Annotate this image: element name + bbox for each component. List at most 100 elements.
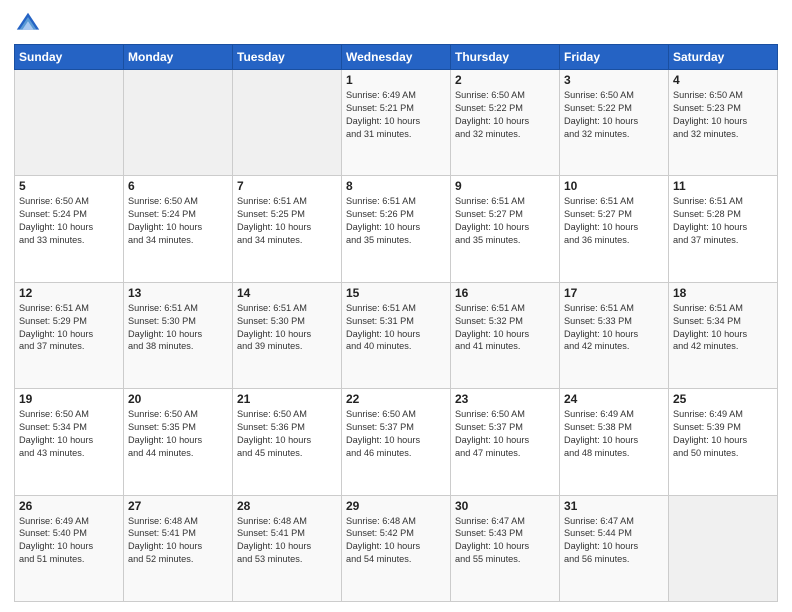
day-info: Sunrise: 6:50 AM Sunset: 5:34 PM Dayligh… <box>19 408 119 460</box>
day-number: 3 <box>564 73 664 87</box>
day-cell: 26 Sunrise: 6:49 AM Sunset: 5:40 PM Dayli… <box>15 495 124 601</box>
day-number: 6 <box>128 179 228 193</box>
day-info: Sunrise: 6:50 AM Sunset: 5:24 PM Dayligh… <box>19 195 119 247</box>
day-cell: 9 Sunrise: 6:51 AM Sunset: 5:27 PM Daylig… <box>451 176 560 282</box>
day-info: Sunrise: 6:50 AM Sunset: 5:37 PM Dayligh… <box>455 408 555 460</box>
day-cell: 13 Sunrise: 6:51 AM Sunset: 5:30 PM Dayli… <box>124 282 233 388</box>
day-cell: 17 Sunrise: 6:51 AM Sunset: 5:33 PM Dayli… <box>560 282 669 388</box>
logo <box>14 10 46 38</box>
day-header-tuesday: Tuesday <box>233 45 342 70</box>
day-cell: 29 Sunrise: 6:48 AM Sunset: 5:42 PM Dayli… <box>342 495 451 601</box>
day-cell: 20 Sunrise: 6:50 AM Sunset: 5:35 PM Dayli… <box>124 389 233 495</box>
day-cell: 7 Sunrise: 6:51 AM Sunset: 5:25 PM Daylig… <box>233 176 342 282</box>
day-number: 30 <box>455 499 555 513</box>
day-cell: 21 Sunrise: 6:50 AM Sunset: 5:36 PM Dayli… <box>233 389 342 495</box>
week-row-1: 1Sunrise: 6:49 AM Sunset: 5:21 PM Daylig… <box>15 70 778 176</box>
day-number: 8 <box>346 179 446 193</box>
day-number: 19 <box>19 392 119 406</box>
day-cell: 6Sunrise: 6:50 AM Sunset: 5:24 PM Daylig… <box>124 176 233 282</box>
day-info: Sunrise: 6:51 AM Sunset: 5:26 PM Dayligh… <box>346 195 446 247</box>
week-row-2: 5Sunrise: 6:50 AM Sunset: 5:24 PM Daylig… <box>15 176 778 282</box>
day-number: 23 <box>455 392 555 406</box>
day-info: Sunrise: 6:47 AM Sunset: 5:43 PM Dayligh… <box>455 515 555 567</box>
day-number: 22 <box>346 392 446 406</box>
day-number: 21 <box>237 392 337 406</box>
calendar-header-row: SundayMondayTuesdayWednesdayThursdayFrid… <box>15 45 778 70</box>
day-cell: 24 Sunrise: 6:49 AM Sunset: 5:38 PM Dayli… <box>560 389 669 495</box>
day-number: 25 <box>673 392 773 406</box>
day-number: 4 <box>673 73 773 87</box>
day-cell <box>669 495 778 601</box>
day-cell: 23 Sunrise: 6:50 AM Sunset: 5:37 PM Dayli… <box>451 389 560 495</box>
day-header-wednesday: Wednesday <box>342 45 451 70</box>
day-header-saturday: Saturday <box>669 45 778 70</box>
day-cell: 16 Sunrise: 6:51 AM Sunset: 5:32 PM Dayli… <box>451 282 560 388</box>
calendar-table: SundayMondayTuesdayWednesdayThursdayFrid… <box>14 44 778 602</box>
day-info: Sunrise: 6:50 AM Sunset: 5:35 PM Dayligh… <box>128 408 228 460</box>
day-info: Sunrise: 6:48 AM Sunset: 5:42 PM Dayligh… <box>346 515 446 567</box>
day-number: 29 <box>346 499 446 513</box>
day-info: Sunrise: 6:51 AM Sunset: 5:32 PM Dayligh… <box>455 302 555 354</box>
day-number: 31 <box>564 499 664 513</box>
day-cell: 28Sunrise: 6:48 AM Sunset: 5:41 PM Dayli… <box>233 495 342 601</box>
day-info: Sunrise: 6:51 AM Sunset: 5:30 PM Dayligh… <box>237 302 337 354</box>
day-header-monday: Monday <box>124 45 233 70</box>
day-header-thursday: Thursday <box>451 45 560 70</box>
week-row-3: 12 Sunrise: 6:51 AM Sunset: 5:29 PM Dayli… <box>15 282 778 388</box>
day-cell: 19 Sunrise: 6:50 AM Sunset: 5:34 PM Dayli… <box>15 389 124 495</box>
day-cell: 14 Sunrise: 6:51 AM Sunset: 5:30 PM Dayli… <box>233 282 342 388</box>
day-number: 20 <box>128 392 228 406</box>
day-info: Sunrise: 6:48 AM Sunset: 5:41 PM Dayligh… <box>237 515 337 567</box>
day-number: 18 <box>673 286 773 300</box>
day-info: Sunrise: 6:51 AM Sunset: 5:33 PM Dayligh… <box>564 302 664 354</box>
day-info: Sunrise: 6:50 AM Sunset: 5:22 PM Dayligh… <box>564 89 664 141</box>
day-info: Sunrise: 6:51 AM Sunset: 5:28 PM Dayligh… <box>673 195 773 247</box>
week-row-5: 26 Sunrise: 6:49 AM Sunset: 5:40 PM Dayli… <box>15 495 778 601</box>
day-cell: 30 Sunrise: 6:47 AM Sunset: 5:43 PM Dayli… <box>451 495 560 601</box>
day-info: Sunrise: 6:47 AM Sunset: 5:44 PM Dayligh… <box>564 515 664 567</box>
day-info: Sunrise: 6:49 AM Sunset: 5:38 PM Dayligh… <box>564 408 664 460</box>
day-number: 7 <box>237 179 337 193</box>
day-cell: 2Sunrise: 6:50 AM Sunset: 5:22 PM Daylig… <box>451 70 560 176</box>
day-info: Sunrise: 6:51 AM Sunset: 5:25 PM Dayligh… <box>237 195 337 247</box>
day-cell <box>233 70 342 176</box>
day-number: 17 <box>564 286 664 300</box>
day-info: Sunrise: 6:51 AM Sunset: 5:27 PM Dayligh… <box>455 195 555 247</box>
day-number: 24 <box>564 392 664 406</box>
day-info: Sunrise: 6:51 AM Sunset: 5:27 PM Dayligh… <box>564 195 664 247</box>
day-number: 9 <box>455 179 555 193</box>
day-info: Sunrise: 6:51 AM Sunset: 5:31 PM Dayligh… <box>346 302 446 354</box>
day-header-friday: Friday <box>560 45 669 70</box>
day-cell: 1Sunrise: 6:49 AM Sunset: 5:21 PM Daylig… <box>342 70 451 176</box>
day-number: 16 <box>455 286 555 300</box>
day-cell: 27 Sunrise: 6:48 AM Sunset: 5:41 PM Dayli… <box>124 495 233 601</box>
day-cell <box>15 70 124 176</box>
day-cell: 11 Sunrise: 6:51 AM Sunset: 5:28 PM Dayli… <box>669 176 778 282</box>
day-number: 15 <box>346 286 446 300</box>
day-number: 14 <box>237 286 337 300</box>
day-number: 12 <box>19 286 119 300</box>
logo-icon <box>14 10 42 38</box>
header <box>14 10 778 38</box>
day-info: Sunrise: 6:50 AM Sunset: 5:36 PM Dayligh… <box>237 408 337 460</box>
day-cell: 8 Sunrise: 6:51 AM Sunset: 5:26 PM Daylig… <box>342 176 451 282</box>
day-info: Sunrise: 6:51 AM Sunset: 5:34 PM Dayligh… <box>673 302 773 354</box>
day-number: 1 <box>346 73 446 87</box>
day-number: 13 <box>128 286 228 300</box>
day-cell: 10Sunrise: 6:51 AM Sunset: 5:27 PM Dayli… <box>560 176 669 282</box>
day-info: Sunrise: 6:49 AM Sunset: 5:40 PM Dayligh… <box>19 515 119 567</box>
day-cell: 5Sunrise: 6:50 AM Sunset: 5:24 PM Daylig… <box>15 176 124 282</box>
day-cell: 15 Sunrise: 6:51 AM Sunset: 5:31 PM Dayli… <box>342 282 451 388</box>
day-info: Sunrise: 6:51 AM Sunset: 5:29 PM Dayligh… <box>19 302 119 354</box>
day-number: 27 <box>128 499 228 513</box>
week-row-4: 19 Sunrise: 6:50 AM Sunset: 5:34 PM Dayli… <box>15 389 778 495</box>
day-info: Sunrise: 6:51 AM Sunset: 5:30 PM Dayligh… <box>128 302 228 354</box>
day-number: 26 <box>19 499 119 513</box>
day-number: 2 <box>455 73 555 87</box>
day-cell: 3 Sunrise: 6:50 AM Sunset: 5:22 PM Daylig… <box>560 70 669 176</box>
day-number: 11 <box>673 179 773 193</box>
day-cell: 31 Sunrise: 6:47 AM Sunset: 5:44 PM Dayli… <box>560 495 669 601</box>
day-info: Sunrise: 6:48 AM Sunset: 5:41 PM Dayligh… <box>128 515 228 567</box>
day-cell: 18 Sunrise: 6:51 AM Sunset: 5:34 PM Dayli… <box>669 282 778 388</box>
day-cell: 12 Sunrise: 6:51 AM Sunset: 5:29 PM Dayli… <box>15 282 124 388</box>
